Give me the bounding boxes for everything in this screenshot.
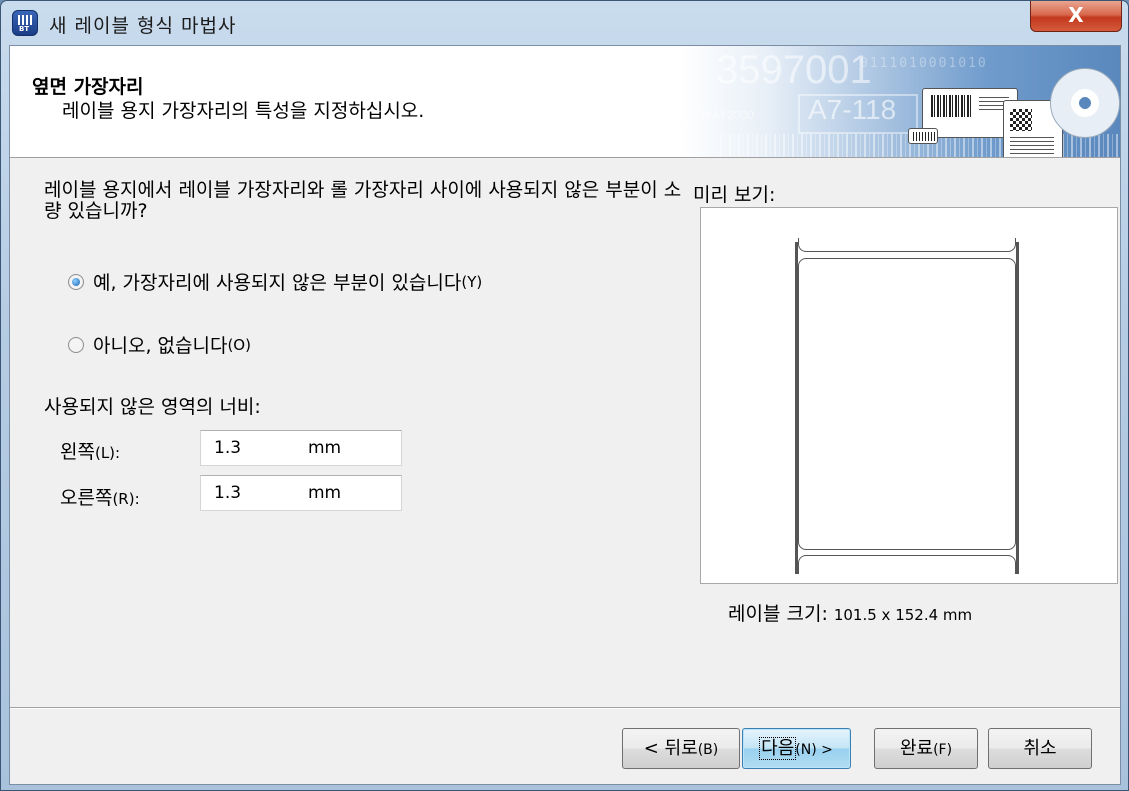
dialog-client: 옆면 가장자리 레이블 용지 가장자리의 특성을 지정하십시오. 3597001… bbox=[9, 45, 1121, 785]
radio-yes-option[interactable]: 예, 가장자리에 사용되지 않은 부분이 있습니다 (Y) bbox=[68, 268, 482, 295]
page-subtitle: 레이블 용지 가장자리의 특성을 지정하십시오. bbox=[62, 100, 425, 122]
unused-width-label: 사용되지 않은 영역의 너비: bbox=[44, 396, 261, 418]
back-button-accel[interactable]: (B) bbox=[698, 742, 719, 758]
radio-yes-accel[interactable]: (Y) bbox=[461, 273, 482, 291]
next-button-label[interactable]: 다음 bbox=[759, 737, 797, 760]
back-button[interactable]: < 뒤로(B) bbox=[622, 728, 740, 769]
label-size-row: 레이블 크기: 101.5 x 152.4 mm bbox=[728, 599, 972, 626]
left-width-label: 왼쪽(L): bbox=[60, 437, 120, 464]
banner-bits: 0111010001010 bbox=[860, 56, 988, 71]
left-label-text: 왼쪽 bbox=[60, 441, 95, 463]
right-label-text: 오른쪽 bbox=[60, 487, 113, 509]
finish-button[interactable]: 완료(F) bbox=[874, 728, 978, 769]
radio-no-accel[interactable]: (O) bbox=[227, 336, 251, 354]
question-text: 레이블 용지에서 레이블 가장자리와 롤 가장자리 사이에 사용되지 않은 부분… bbox=[44, 179, 682, 222]
wizard-header: 옆면 가장자리 레이블 용지 가장자리의 특성을 지정하십시오. 3597001… bbox=[10, 46, 1120, 158]
left-width-unit: mm bbox=[308, 438, 342, 458]
preview-label: 미리 보기: bbox=[693, 184, 776, 206]
previous-label bbox=[798, 238, 1016, 252]
radio-no-option[interactable]: 아니오, 없습니다 (O) bbox=[68, 331, 251, 358]
back-button-label[interactable]: < 뒤로 bbox=[644, 738, 698, 759]
app-icon[interactable] bbox=[12, 10, 38, 36]
page-title: 옆면 가장자리 bbox=[32, 76, 144, 98]
cancel-button[interactable]: 취소 bbox=[988, 728, 1092, 769]
radio-no-button[interactable] bbox=[68, 336, 84, 353]
left-width-value[interactable]: 1.3 bbox=[214, 431, 241, 465]
banner-number: 3597001 bbox=[716, 48, 872, 92]
finish-button-accel[interactable]: (F) bbox=[933, 742, 952, 758]
radio-yes-label[interactable]: 예, 가장자리에 사용되지 않은 부분이 있습니다 bbox=[93, 268, 461, 295]
banner-date: MAY2000 bbox=[702, 108, 754, 122]
left-label-accel: (L): bbox=[94, 444, 121, 462]
finish-button-label[interactable]: 완료 bbox=[900, 738, 933, 759]
right-width-value[interactable]: 1.3 bbox=[214, 476, 241, 510]
left-width-input[interactable]: 1.3 mm bbox=[200, 430, 402, 466]
label-size-value: 101.5 x 152.4 mm bbox=[833, 606, 973, 624]
label-preview bbox=[700, 207, 1118, 584]
right-label-accel: (R): bbox=[112, 490, 140, 508]
label-roll-liner bbox=[795, 238, 1019, 574]
wizard-window: 새 레이블 형식 마법사 X 옆면 가장자리 레이블 용지 가장자리의 특성을 … bbox=[0, 0, 1129, 791]
label-size-label: 레이블 크기: bbox=[728, 603, 828, 625]
radio-yes-button[interactable] bbox=[68, 273, 84, 290]
disc-icon bbox=[1050, 68, 1120, 138]
footer-separator bbox=[10, 707, 1120, 709]
right-width-label: 오른쪽(R): bbox=[60, 483, 140, 510]
radio-no-label[interactable]: 아니오, 없습니다 bbox=[93, 331, 227, 358]
right-width-unit: mm bbox=[308, 483, 342, 503]
right-width-input[interactable]: 1.3 mm bbox=[200, 475, 402, 511]
next-button[interactable]: 다음(N) > bbox=[742, 728, 851, 769]
close-button[interactable]: X bbox=[1030, 1, 1122, 32]
next-button-accel[interactable]: (N) > bbox=[795, 742, 833, 758]
banner-code: A7-118 bbox=[808, 94, 897, 125]
header-banner-image: 3597001 0111010001010 A7-118 MAY2000 bbox=[680, 46, 1120, 157]
small-barcode-icon bbox=[908, 128, 938, 144]
title-bar[interactable]: 새 레이블 형식 마법사 X bbox=[1, 1, 1128, 45]
next-label bbox=[798, 555, 1016, 574]
current-label bbox=[798, 258, 1016, 550]
window-title: 새 레이블 형식 마법사 bbox=[49, 15, 237, 37]
